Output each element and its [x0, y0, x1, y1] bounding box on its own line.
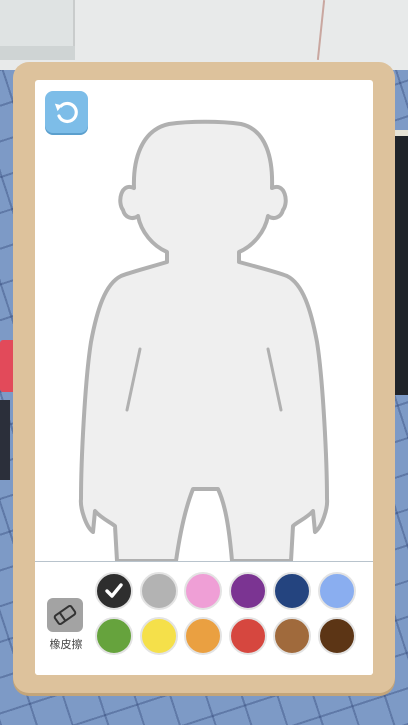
eraser-label: 橡皮擦 [49, 638, 83, 651]
color-swatch-orange[interactable] [184, 617, 222, 655]
undo-arrow-icon [54, 101, 78, 124]
drawing-board: 橡皮擦 [13, 62, 395, 693]
check-icon [105, 583, 123, 598]
eraser-icon [53, 604, 77, 626]
color-swatch-navy[interactable] [273, 572, 311, 610]
color-palette: 橡皮擦 [35, 561, 373, 675]
body-silhouette[interactable] [35, 80, 373, 561]
color-swatch-purple[interactable] [228, 572, 267, 610]
wall-ledge [0, 46, 75, 60]
eraser-button[interactable] [47, 598, 83, 632]
dark-furniture-left [0, 400, 10, 480]
drawing-canvas[interactable] [35, 80, 373, 561]
color-swatch-black[interactable] [95, 572, 133, 610]
color-swatch-light-blue[interactable] [317, 572, 356, 610]
color-swatch-green[interactable] [95, 617, 133, 655]
color-swatch-yellow[interactable] [139, 617, 178, 655]
eraser-tool[interactable]: 橡皮擦 [46, 598, 84, 652]
paper-sheet: 橡皮擦 [35, 80, 373, 675]
color-swatch-dark-brown[interactable] [317, 617, 356, 655]
color-swatch-red[interactable] [228, 617, 267, 655]
undo-button[interactable] [45, 91, 88, 133]
color-swatch-pink[interactable] [184, 572, 222, 610]
color-swatch-gray[interactable] [139, 572, 178, 610]
color-swatch-brown[interactable] [273, 617, 311, 655]
